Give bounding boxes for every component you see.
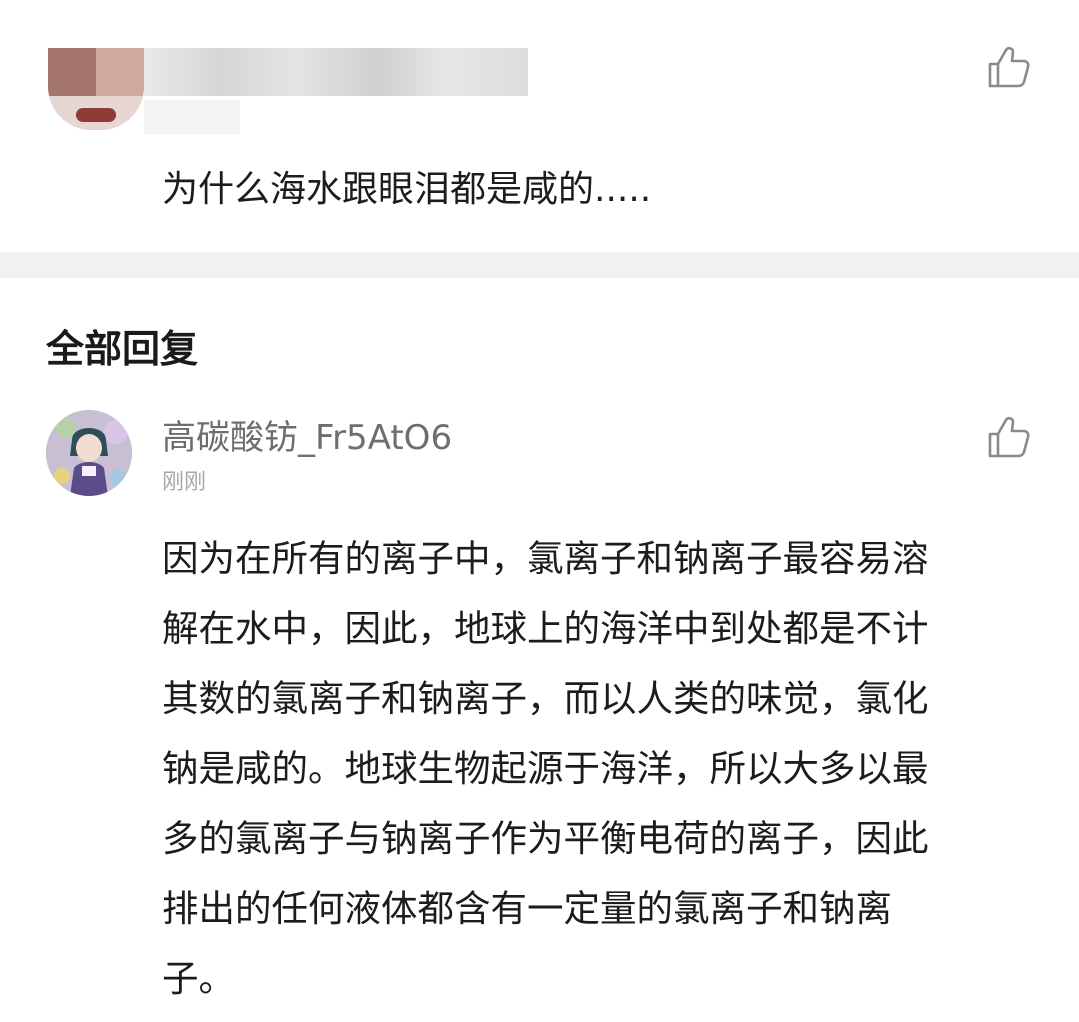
section-divider <box>0 252 1079 278</box>
avatar[interactable] <box>46 410 132 496</box>
reply-text-line: 钠是咸的。地球生物起源于海洋，所以大多以最 <box>162 747 929 790</box>
reply-author[interactable]: 高碳酸钫_Fr5AtO6 <box>162 416 452 460</box>
original-post: 为什么海水跟眼泪都是咸的..... <box>0 0 1079 252</box>
reply-text-line: 排出的任何液体都含有一定量的氯离子和钠离 <box>162 887 892 930</box>
blurred-username <box>144 48 528 96</box>
reply-text-line: 因为在所有的离子中，氯离子和钠离子最容易溶 <box>162 537 929 580</box>
post-text: 为什么海水跟眼泪都是咸的..... <box>162 169 652 210</box>
thumbs-up-icon[interactable] <box>986 44 1032 90</box>
reply-text-line: 解在水中，因此，地球上的海洋中到处都是不计 <box>162 607 929 650</box>
avatar[interactable] <box>48 48 144 130</box>
reply-text-line: 其数的氯离子和钠离子，而以人类的味觉，氯化 <box>162 677 929 720</box>
section-title: 全部回复 <box>46 327 199 371</box>
reply-timestamp: 刚刚 <box>162 470 207 495</box>
blurred-meta <box>144 100 240 134</box>
reply-text: 因为在所有的离子中，氯离子和钠离子最容易溶 解在水中，因此，地球上的海洋中到处都… <box>162 524 1014 1014</box>
replies-section: 全部回复 高碳酸钫_Fr5AtO6 刚刚 因为在所有的离子中，氯离子和钠离子最容… <box>0 278 1079 1022</box>
reply-text-line: 多的氯离子与钠离子作为平衡电荷的离子，因此 <box>162 817 929 860</box>
reply-text-line: 子。 <box>162 957 235 1000</box>
thumbs-up-icon[interactable] <box>986 414 1032 460</box>
